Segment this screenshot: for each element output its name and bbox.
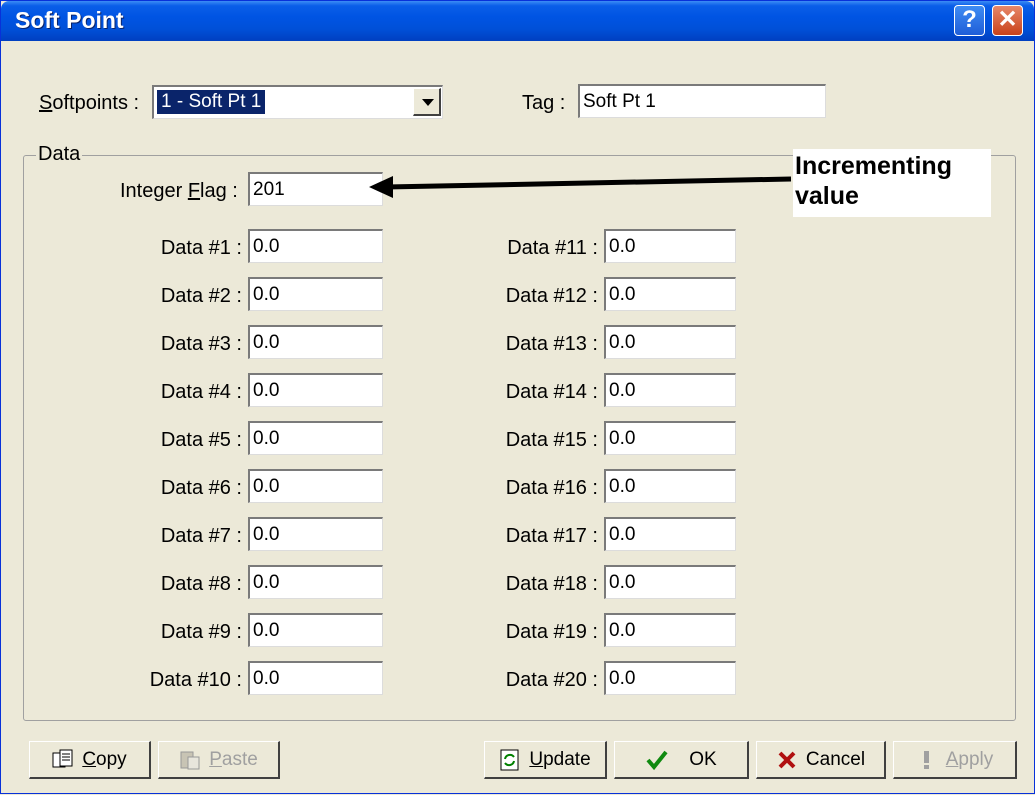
data-field-label: Data #14 : [505,381,598,403]
data-field-label: Data #12 : [505,285,598,307]
data-field-label: Data #1 : [160,237,242,259]
cancel-label: Cancel [805,748,866,770]
softpoints-combobox[interactable]: 1 - Soft Pt 1 [152,85,443,119]
data-field-input[interactable] [248,565,383,599]
data-field-input[interactable] [248,661,383,695]
data-field-label: Data #17 : [505,525,598,547]
data-field-label: Data #11 : [507,237,598,259]
ok-button[interactable]: OK [614,741,749,779]
data-field-input[interactable] [604,325,736,359]
data-groupbox-title: Data [36,143,83,166]
data-field-input[interactable] [604,613,736,647]
callout-line-1: Incrementing [795,152,952,180]
data-field-input[interactable] [604,517,736,551]
soft-point-dialog: Soft Point ? ✕ Softpoints : 1 - Soft Pt … [0,0,1035,794]
data-field-input[interactable] [248,469,383,503]
window-title: Soft Point [15,7,124,33]
dropdown-arrow-icon[interactable] [413,88,441,116]
ok-label: OK [689,748,717,770]
update-icon [499,749,521,771]
data-field-label: Data #8 : [160,573,242,595]
data-field-label: Data #4 : [160,381,242,403]
data-field-input[interactable] [604,565,736,599]
exclamation-icon [916,749,938,771]
data-field-label: Data #6 : [160,477,242,499]
callout-text: Incrementing value [795,151,952,211]
apply-label: Apply [945,748,994,770]
data-field-label: Data #3 : [160,333,242,355]
data-field-input[interactable] [248,325,383,359]
data-field-input[interactable] [604,373,736,407]
tag-input[interactable] [578,84,826,118]
help-button[interactable]: ? [954,5,985,36]
data-field-input[interactable] [248,613,383,647]
title-bar[interactable]: Soft Point ? ✕ [1,1,1034,41]
softpoints-label-rest: oftpoints : [52,92,140,114]
close-button[interactable]: ✕ [992,5,1023,36]
data-field-input[interactable] [604,661,736,695]
softpoints-selected-value: 1 - Soft Pt 1 [155,89,267,115]
update-label: Update [529,748,591,770]
data-field-input[interactable] [604,421,736,455]
data-field-input[interactable] [248,277,383,311]
paste-label: Paste [209,748,258,770]
data-field-label: Data #5 : [160,429,242,451]
paste-button[interactable]: Paste [158,741,280,779]
cancel-x-icon [776,749,798,771]
cancel-button[interactable]: Cancel [756,741,886,779]
paste-icon [179,749,201,771]
close-icon: ✕ [997,6,1018,33]
data-field-input[interactable] [604,469,736,503]
tag-label: Tag : [522,92,566,114]
data-field-input[interactable] [248,373,383,407]
data-field-input[interactable] [248,229,383,263]
data-field-input[interactable] [248,421,383,455]
checkmark-icon [645,749,668,771]
data-field-label: Data #16 : [505,477,598,499]
data-field-label: Data #13 : [505,333,598,355]
data-field-input[interactable] [604,229,736,263]
integer-flag-label: Integer Flag : [120,180,238,202]
integer-flag-input[interactable] [248,172,383,206]
data-field-label: Data #9 : [160,621,242,643]
copy-button[interactable]: Copy [29,741,151,779]
data-field-label: Data #10 : [149,669,242,691]
data-field-label: Data #20 : [505,669,598,691]
update-button[interactable]: Update [484,741,607,779]
data-field-label: Data #2 : [160,285,242,307]
data-field-label: Data #18 : [505,573,598,595]
data-field-label: Data #19 : [505,621,598,643]
copy-icon [52,749,74,771]
data-field-label: Data #7 : [160,525,242,547]
apply-button[interactable]: Apply [893,741,1017,779]
copy-label: Copy [82,748,127,770]
data-field-input[interactable] [248,517,383,551]
data-field-label: Data #15 : [505,429,598,451]
help-icon: ? [962,6,977,33]
softpoints-label: Softpoints : [39,92,139,115]
data-field-input[interactable] [604,277,736,311]
softpoints-label-mnemonic: S [39,92,53,114]
callout-line-2: value [795,182,859,210]
